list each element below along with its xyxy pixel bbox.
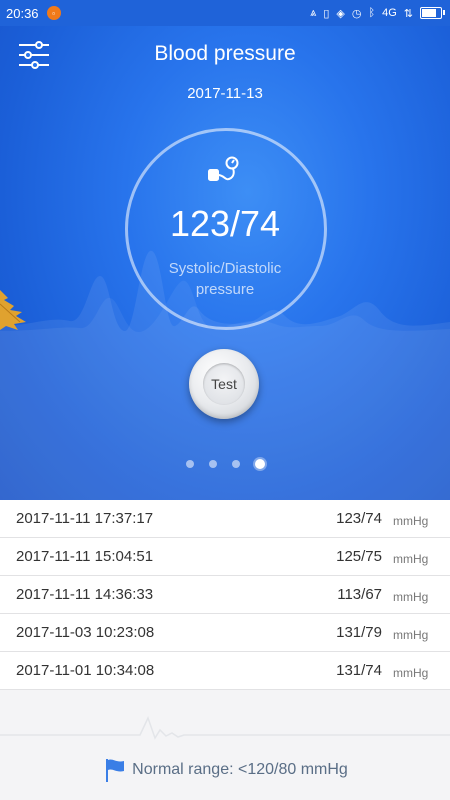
test-button-label: Test bbox=[203, 363, 245, 405]
status-bar: 20:36 ▫ ⩓ ▯ ◈ ◷ ᛒ 4G ⇅ bbox=[0, 0, 450, 26]
list-item[interactable]: 2017-11-11 14:36:33 113/67 mmHg bbox=[0, 576, 450, 614]
record-unit: mmHg bbox=[393, 628, 429, 642]
notification-icon: ▫ bbox=[46, 6, 61, 20]
page-indicator bbox=[0, 459, 450, 469]
record-value: 113/67 bbox=[337, 586, 382, 603]
battery-icon bbox=[420, 7, 445, 19]
ecg-line-decoration bbox=[0, 716, 450, 740]
record-value: 125/75 bbox=[336, 548, 382, 565]
status-time: 20:36 bbox=[6, 5, 39, 21]
data-transfer-icon: ⇅ bbox=[403, 7, 413, 20]
history-list: 2017-11-11 17:37:17 123/74 mmHg 2017-11-… bbox=[0, 500, 450, 690]
page-dot[interactable] bbox=[231, 460, 240, 468]
normal-range-note: Normal range: <120/80 mmHg bbox=[0, 755, 450, 785]
autumn-leaf-icon bbox=[0, 290, 26, 330]
reading-value: 123/74 bbox=[169, 203, 281, 244]
record-datetime: 2017-11-11 14:36:33 bbox=[16, 586, 154, 603]
record-value: 123/74 bbox=[336, 510, 382, 527]
network-type: 4G bbox=[382, 7, 397, 19]
page-dot[interactable] bbox=[208, 460, 217, 468]
reading-label-line1: Systolic/Diastolic bbox=[168, 260, 282, 277]
list-item[interactable]: 2017-11-01 10:34:08 131/74 mmHg bbox=[0, 652, 450, 690]
record-unit: mmHg bbox=[393, 552, 429, 566]
reading-label-line2: pressure bbox=[195, 281, 255, 298]
list-item[interactable]: 2017-11-11 15:04:51 125/75 mmHg bbox=[0, 538, 450, 576]
record-datetime: 2017-11-03 10:23:08 bbox=[16, 624, 155, 641]
page-title: Blood pressure bbox=[154, 42, 296, 65]
test-button[interactable]: Test bbox=[189, 349, 259, 419]
record-datetime: 2017-11-11 17:37:17 bbox=[16, 510, 154, 527]
record-value: 131/79 bbox=[336, 624, 382, 641]
alarm-icon: ◷ bbox=[351, 7, 362, 20]
navigation-icon: ⩓ bbox=[310, 6, 317, 19]
record-datetime: 2017-11-01 10:34:08 bbox=[16, 662, 155, 679]
reading-date: 2017-11-13 bbox=[187, 85, 263, 102]
record-unit: mmHg bbox=[393, 590, 429, 604]
reading-panel: Blood pressure 2017-11-13 123/74 Systoli… bbox=[0, 26, 450, 500]
location-icon: ◈ bbox=[336, 7, 345, 20]
record-value: 131/74 bbox=[336, 662, 382, 679]
reading-label: Systolic/Diastolic pressure bbox=[150, 258, 300, 300]
normal-range-text: Normal range: <120/80 mmHg bbox=[132, 761, 348, 778]
page-dot[interactable] bbox=[185, 460, 194, 468]
vibrate-icon: ▯ bbox=[323, 7, 330, 20]
flag-icon bbox=[106, 759, 125, 782]
bluetooth-icon: ᛒ bbox=[368, 7, 376, 19]
record-datetime: 2017-11-11 15:04:51 bbox=[16, 548, 154, 565]
record-unit: mmHg bbox=[393, 514, 429, 528]
page-dot-active[interactable] bbox=[254, 459, 265, 469]
record-unit: mmHg bbox=[393, 666, 429, 680]
list-item[interactable]: 2017-11-03 10:23:08 131/79 mmHg bbox=[0, 614, 450, 652]
status-icons: ⩓ ▯ ◈ ◷ ᛒ 4G ⇅ bbox=[310, 6, 445, 20]
blood-pressure-cuff-icon bbox=[208, 156, 239, 181]
list-item[interactable]: 2017-11-11 17:37:17 123/74 mmHg bbox=[0, 500, 450, 538]
